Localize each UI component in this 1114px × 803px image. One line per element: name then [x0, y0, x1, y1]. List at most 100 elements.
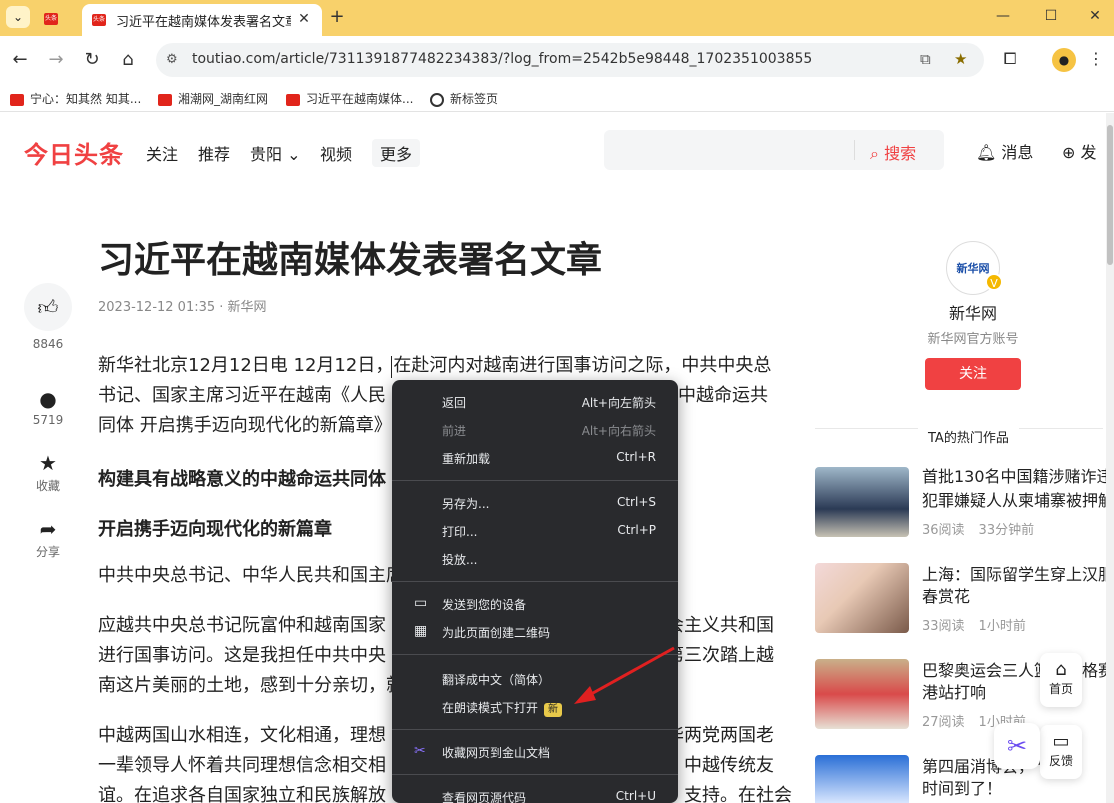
bookmark-item[interactable]: 湘潮网_湖南红网: [158, 90, 268, 107]
publish-button[interactable]: ⊕ 发: [1062, 139, 1097, 163]
bookmark-item[interactable]: 新标签页: [430, 90, 498, 107]
share-arrow-icon: ➦: [39, 517, 57, 541]
hot-item-title[interactable]: 春赏花: [922, 585, 1106, 609]
scrollbar-thumb[interactable]: [1107, 125, 1113, 265]
close-window-button[interactable]: ✕: [1078, 4, 1112, 28]
page-scrollbar[interactable]: [1106, 113, 1114, 803]
author-name[interactable]: 新华网: [946, 300, 1000, 324]
nav-follow[interactable]: 关注: [146, 141, 178, 165]
arrow-head: [574, 686, 596, 704]
context-menu: 返回 Alt+向左箭头 前进 Alt+向右箭头 重新加载 Ctrl+R 另存为.…: [392, 380, 678, 803]
globe-icon: [430, 92, 444, 107]
menu-separator: [392, 774, 678, 775]
home-icon: ⌂: [1055, 659, 1067, 680]
more-menu-icon[interactable]: ⋮: [1084, 49, 1108, 71]
nav-recommend[interactable]: 推荐: [198, 141, 230, 165]
menu-item-reload[interactable]: 重新加载 Ctrl+R: [392, 444, 678, 472]
menu-separator: [392, 581, 678, 582]
bookmark-star-icon[interactable]: ★: [954, 50, 967, 68]
install-app-icon[interactable]: ⧉: [920, 50, 931, 68]
menu-item-send-to-device[interactable]: ▭ 发送到您的设备: [392, 590, 678, 618]
hot-item-title[interactable]: 时间到了！: [922, 777, 1106, 801]
url-text[interactable]: toutiao.com/article/7311391877482234383/…: [192, 51, 812, 67]
bookmark-item[interactable]: 宁心：知其然 知其...: [10, 90, 141, 107]
jinshan-docs-icon[interactable]: ✂: [994, 723, 1040, 769]
home-float-button[interactable]: ⌂ 首页: [1040, 653, 1082, 707]
menu-item-jinshan[interactable]: ✂ 收藏网页到金山文档: [392, 738, 678, 766]
thumbs-up-icon: 👍︎: [24, 283, 72, 331]
comment-button[interactable]: ● 5719: [24, 387, 72, 427]
hot-item-thumbnail[interactable]: [815, 755, 909, 803]
follow-button[interactable]: 关注: [925, 358, 1021, 390]
menu-item-forward[interactable]: 前进 Alt+向右箭头: [392, 416, 678, 444]
arrow-shaft: [583, 646, 675, 700]
article-title: 习近平在越南媒体发表署名文章: [98, 240, 603, 281]
toutiao-favicon-icon: 头条: [92, 14, 106, 26]
menu-separator: [392, 480, 678, 481]
collect-button[interactable]: ★ 收藏: [24, 451, 72, 494]
menu-item-view-source[interactable]: 查看网页源代码 Ctrl+U: [392, 783, 678, 803]
toutiao-favicon-icon: 头条: [44, 12, 58, 25]
tab-search-button[interactable]: ⌄: [6, 6, 30, 28]
article-paragraph-tail: 第三次踏上越: [666, 645, 774, 666]
article-paragraph-tail: 支持。在社会: [684, 785, 792, 803]
toutiao-favicon-icon: [10, 93, 24, 106]
text-cursor: [391, 356, 392, 378]
chevron-down-icon: ⌄: [287, 145, 301, 164]
back-arrow-icon[interactable]: ←: [8, 48, 32, 72]
bell-icon: 🔔︎: [976, 143, 997, 162]
qr-code-icon: ▦: [414, 623, 428, 639]
nav-more[interactable]: 更多: [372, 139, 421, 167]
toutiao-logo[interactable]: 今日头条: [24, 135, 124, 170]
nav-city[interactable]: 贵阳 ⌄: [250, 141, 301, 165]
like-button[interactable]: 👍︎ 8846: [24, 283, 72, 351]
minimize-button[interactable]: —: [986, 4, 1020, 28]
site-info-icon[interactable]: ⚙: [166, 52, 178, 67]
address-bar[interactable]: ⚙ toutiao.com/article/731139187748223438…: [156, 43, 984, 77]
hot-works-title: TA的热门作品: [918, 427, 1019, 446]
nav-video[interactable]: 视频: [320, 141, 352, 165]
toutiao-favicon-icon: [286, 93, 300, 106]
jinshan-docs-icon: ✂: [414, 743, 426, 759]
menu-item-cast[interactable]: 投放...: [392, 545, 678, 573]
article-paragraph: 新华社北京12月12日电 12月12日，在赴河内对越南进行国事访问之际，中共中央…: [98, 355, 772, 376]
hot-item-title[interactable]: 上海：国际留学生穿上汉服: [922, 563, 1106, 587]
feedback-float-button[interactable]: ▭ 反馈: [1040, 725, 1082, 779]
new-tab-button[interactable]: +: [326, 6, 348, 28]
search-button[interactable]: ⌕ 搜索: [870, 140, 916, 164]
home-icon[interactable]: ⌂: [116, 48, 140, 72]
hot-item-thumbnail[interactable]: [815, 467, 909, 537]
hot-item-title[interactable]: 犯罪嫌疑人从柬埔寨被押解: [922, 489, 1106, 513]
tab-strip: ⌄ 头条 头条 习近平在越南媒体发表署名文章 ✕ + — ☐ ✕: [0, 0, 1114, 36]
share-button[interactable]: ➦ 分享: [24, 517, 72, 560]
bookmark-item[interactable]: 习近平在越南媒体...: [286, 90, 413, 107]
article-paragraph-tail: 中越传统友: [684, 755, 774, 776]
menu-item-back[interactable]: 返回 Alt+向左箭头: [392, 388, 678, 416]
browser-toolbar: ← → ↻ ⌂ ⚙ toutiao.com/article/7311391877…: [0, 36, 1114, 84]
hot-item-thumbnail[interactable]: [815, 659, 909, 729]
hot-item-meta: 36阅读 33分钟前: [922, 523, 1035, 538]
extensions-icon[interactable]: ⧠: [998, 49, 1022, 71]
article-paragraph-tail: 会主义共和国: [666, 615, 774, 636]
reload-icon[interactable]: ↻: [80, 48, 104, 72]
menu-item-print[interactable]: 打印... Ctrl+P: [392, 517, 678, 545]
menu-separator: [392, 729, 678, 730]
article-meta: 2023-12-12 01:35 · 新华网: [98, 300, 267, 315]
profile-avatar-icon[interactable]: ●: [1052, 48, 1076, 72]
search-icon: ⌕: [870, 144, 879, 163]
author-desc: 新华网官方账号: [927, 332, 1019, 347]
article-heading: 开启携手迈向现代化的新篇章: [98, 519, 332, 540]
hot-item-title[interactable]: 首批130名中国籍涉赌诈违: [922, 465, 1106, 489]
hot-item-thumbnail[interactable]: [815, 563, 909, 633]
toutiao-favicon-icon: [158, 93, 172, 106]
maximize-button[interactable]: ☐: [1034, 4, 1068, 28]
tab-close-icon[interactable]: ✕: [294, 9, 314, 29]
tab-inactive[interactable]: 头条: [44, 8, 74, 30]
star-icon: ★: [39, 451, 57, 475]
tab-active[interactable]: 头条 习近平在越南媒体发表署名文章 ✕: [82, 4, 322, 36]
messages-button[interactable]: 🔔︎ 消息: [976, 139, 1033, 163]
search-input[interactable]: ⌕ 搜索: [604, 130, 944, 170]
forward-arrow-icon[interactable]: →: [44, 48, 68, 72]
menu-item-save-as[interactable]: 另存为... Ctrl+S: [392, 489, 678, 517]
article-paragraph-tail: 中越命运共: [678, 385, 768, 406]
